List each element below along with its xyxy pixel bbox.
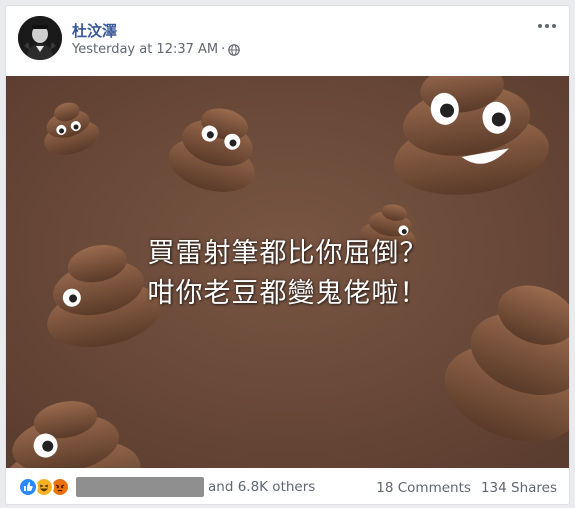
- image-caption: 買雷射筆都比你屈倒？ 咁你老豆都變鬼佬啦！: [6, 234, 569, 314]
- caption-line: 咁你老豆都變鬼佬啦！: [147, 278, 428, 309]
- reaction-others-count[interactable]: and 6.8K others: [208, 479, 315, 495]
- post-header: 杜汶澤 Yesterday at 12:37 AM ·: [6, 6, 569, 76]
- shares-count-link[interactable]: 134 Shares: [481, 480, 557, 496]
- more-dot: [538, 24, 542, 28]
- post-stats: 18 Comments 134 Shares: [376, 480, 557, 496]
- post-image[interactable]: 買雷射筆都比你屈倒？ 咁你老豆都變鬼佬啦！: [6, 76, 569, 468]
- like-reaction-icon: [18, 477, 38, 497]
- reaction-summary[interactable]: and 6.8K others: [18, 477, 315, 497]
- avatar[interactable]: [18, 16, 62, 60]
- meta-separator: ·: [221, 42, 226, 57]
- more-options-icon[interactable]: [535, 18, 559, 34]
- more-dot: [552, 24, 556, 28]
- avatar-image: [18, 16, 62, 60]
- more-dot: [545, 24, 549, 28]
- caption-line: 買雷射筆都比你屈倒？: [147, 238, 428, 269]
- post-meta: Yesterday at 12:37 AM ·: [72, 42, 241, 57]
- author-name[interactable]: 杜汶澤: [72, 20, 117, 41]
- comments-count-link[interactable]: 18 Comments: [376, 480, 471, 496]
- redacted-names: [76, 477, 204, 497]
- post-card: 杜汶澤 Yesterday at 12:37 AM · 買雷射筆都比你屈倒？ 咁…: [5, 5, 570, 505]
- post-timestamp[interactable]: Yesterday at 12:37 AM: [72, 42, 218, 57]
- post-footer: and 6.8K others 18 Comments 134 Shares: [6, 468, 569, 504]
- globe-icon[interactable]: [228, 43, 241, 56]
